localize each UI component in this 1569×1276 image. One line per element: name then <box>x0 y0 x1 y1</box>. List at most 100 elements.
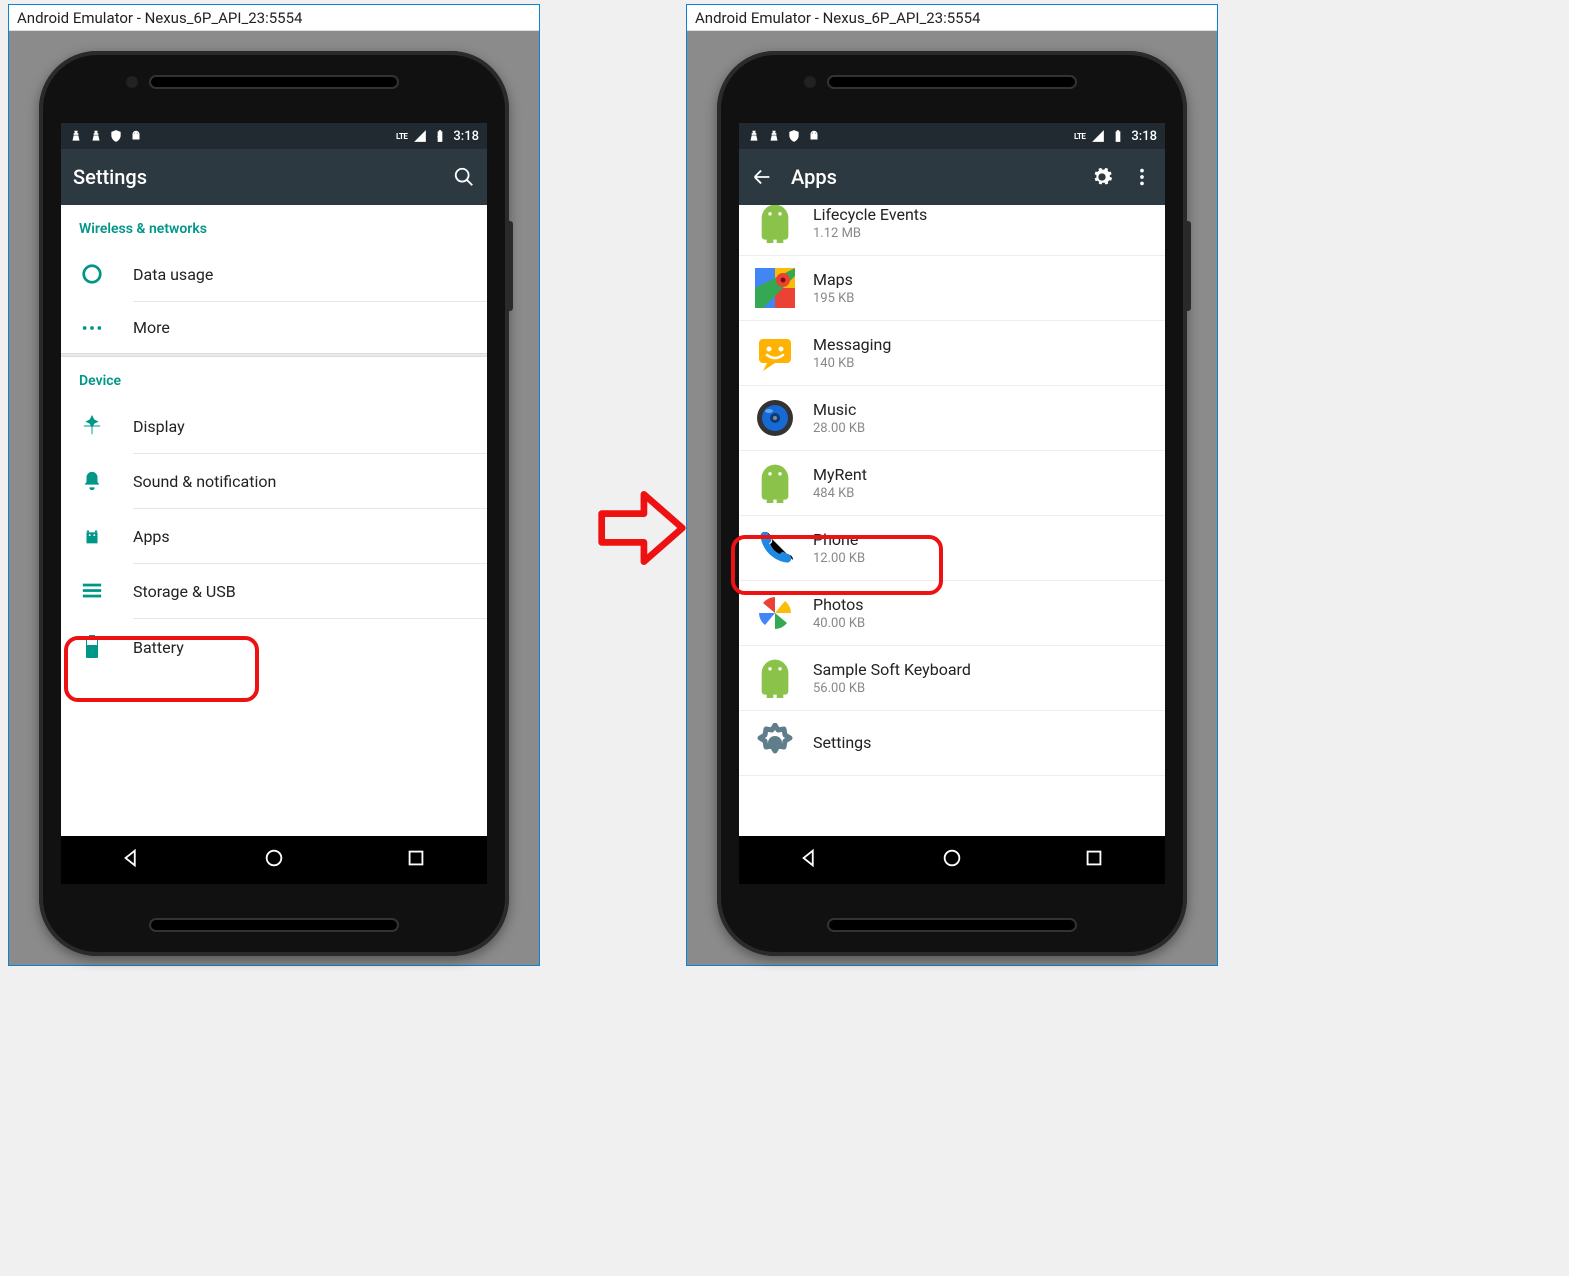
app-name: Settings <box>813 733 871 752</box>
settings-item-storage[interactable]: Storage & USB <box>61 564 487 618</box>
app-item-maps[interactable]: Maps 195 KB <box>739 256 1165 321</box>
navbar <box>739 836 1165 884</box>
phone-body: LTE 3:18 Settings Wireless & networks <box>39 51 509 956</box>
settings-app-icon <box>753 721 797 765</box>
nav-back-icon[interactable] <box>121 847 143 873</box>
status-battery-icon <box>1111 129 1125 143</box>
emulator-titlebar: Android Emulator - Nexus_6P_API_23:5554 <box>687 5 1217 31</box>
bell-icon <box>79 470 105 492</box>
phone-app-icon <box>753 526 797 570</box>
android-app-icon <box>753 656 797 700</box>
app-item-settings[interactable]: Settings <box>739 711 1165 776</box>
status-shield-icon <box>109 129 123 143</box>
android-app-icon <box>753 205 797 245</box>
app-item-myrent[interactable]: MyRent 484 KB <box>739 451 1165 516</box>
app-size: 56.00 KB <box>813 681 971 696</box>
status-signal-icon <box>413 129 427 143</box>
apps-icon <box>79 525 105 547</box>
nav-home-icon[interactable] <box>263 847 285 873</box>
status-chess-icon <box>747 129 761 143</box>
settings-item-sound[interactable]: Sound & notification <box>61 454 487 508</box>
app-name: Lifecycle Events <box>813 205 927 224</box>
maps-app-icon <box>753 266 797 310</box>
display-icon <box>79 415 105 437</box>
nav-home-icon[interactable] <box>941 847 963 873</box>
status-lte-label: LTE <box>1074 132 1085 141</box>
apps-list[interactable]: Lifecycle Events 1.12 MB Maps 195 KB <box>739 205 1165 836</box>
emulator-titlebar: Android Emulator - Nexus_6P_API_23:5554 <box>9 5 539 31</box>
settings-item-display[interactable]: Display <box>61 399 487 453</box>
settings-item-label: Storage & USB <box>133 582 236 601</box>
app-size: 28.00 KB <box>813 421 865 436</box>
nav-recent-icon[interactable] <box>405 847 427 873</box>
phone-speaker-bottom <box>149 918 399 932</box>
emulator-window-left: Android Emulator - Nexus_6P_API_23:5554 … <box>8 4 540 966</box>
app-name: Music <box>813 400 865 419</box>
statusbar[interactable]: LTE 3:18 <box>61 123 487 149</box>
app-name: Photos <box>813 595 865 614</box>
app-size: 140 KB <box>813 356 891 371</box>
app-size: 40.00 KB <box>813 616 865 631</box>
nav-recent-icon[interactable] <box>1083 847 1105 873</box>
app-name: Maps <box>813 270 854 289</box>
arrow-right-icon <box>594 480 690 576</box>
app-name: Sample Soft Keyboard <box>813 660 971 679</box>
back-arrow-icon[interactable] <box>751 166 773 188</box>
music-app-icon <box>753 396 797 440</box>
phone-speaker-bottom <box>827 918 1077 932</box>
settings-item-label: More <box>133 318 170 337</box>
status-shield-icon <box>787 129 801 143</box>
messaging-app-icon <box>753 331 797 375</box>
app-size: 1.12 MB <box>813 226 927 241</box>
phone-speaker-top <box>827 75 1077 89</box>
battery-icon <box>79 635 105 659</box>
app-item-music[interactable]: Music 28.00 KB <box>739 386 1165 451</box>
status-battery-icon <box>433 129 447 143</box>
android-app-icon <box>753 461 797 505</box>
app-size: 195 KB <box>813 291 854 306</box>
app-item-messaging[interactable]: Messaging 140 KB <box>739 321 1165 386</box>
status-lte-label: LTE <box>396 132 407 141</box>
status-time: 3:18 <box>1131 129 1157 144</box>
status-chess-icon-2 <box>767 129 781 143</box>
overflow-menu-icon[interactable] <box>1131 166 1153 188</box>
status-signal-icon <box>1091 129 1105 143</box>
app-name: Messaging <box>813 335 891 354</box>
status-android-icon <box>807 129 821 143</box>
status-time: 3:18 <box>453 129 479 144</box>
app-item-phone[interactable]: Phone 12.00 KB <box>739 516 1165 581</box>
emulator-window-right: Android Emulator - Nexus_6P_API_23:5554 … <box>686 4 1218 966</box>
appbar-title: Apps <box>791 165 1073 189</box>
app-item-lifecycle-events[interactable]: Lifecycle Events 1.12 MB <box>739 205 1165 256</box>
settings-item-apps[interactable]: Apps <box>61 509 487 563</box>
gear-icon[interactable] <box>1091 166 1113 188</box>
settings-item-label: Sound & notification <box>133 472 276 491</box>
settings-item-label: Display <box>133 417 185 436</box>
settings-item-label: Battery <box>133 638 184 657</box>
app-size: 484 KB <box>813 486 867 501</box>
app-name: Phone <box>813 530 865 549</box>
phone-body: LTE 3:18 Apps <box>717 51 1187 956</box>
settings-item-data-usage[interactable]: Data usage <box>61 247 487 301</box>
photos-app-icon <box>753 591 797 635</box>
status-chess-icon <box>69 129 83 143</box>
search-icon[interactable] <box>453 166 475 188</box>
more-icon <box>79 323 105 333</box>
phone-screen: LTE 3:18 Settings Wireless & networks <box>61 123 487 884</box>
settings-item-battery[interactable]: Battery <box>61 619 487 675</box>
data-usage-icon <box>79 263 105 285</box>
settings-content[interactable]: Wireless & networks Data usage More Devi… <box>61 205 487 836</box>
app-item-sample-soft-keyboard[interactable]: Sample Soft Keyboard 56.00 KB <box>739 646 1165 711</box>
statusbar[interactable]: LTE 3:18 <box>739 123 1165 149</box>
phone-camera-dot <box>127 77 137 87</box>
section-device-header: Device <box>61 357 487 399</box>
app-item-photos[interactable]: Photos 40.00 KB <box>739 581 1165 646</box>
phone-screen: LTE 3:18 Apps <box>739 123 1165 884</box>
nav-back-icon[interactable] <box>799 847 821 873</box>
settings-item-more[interactable]: More <box>61 302 487 353</box>
app-name: MyRent <box>813 465 867 484</box>
settings-item-label: Apps <box>133 527 170 546</box>
appbar-settings: Settings <box>61 149 487 205</box>
appbar-title: Settings <box>73 165 435 189</box>
status-android-icon <box>129 129 143 143</box>
